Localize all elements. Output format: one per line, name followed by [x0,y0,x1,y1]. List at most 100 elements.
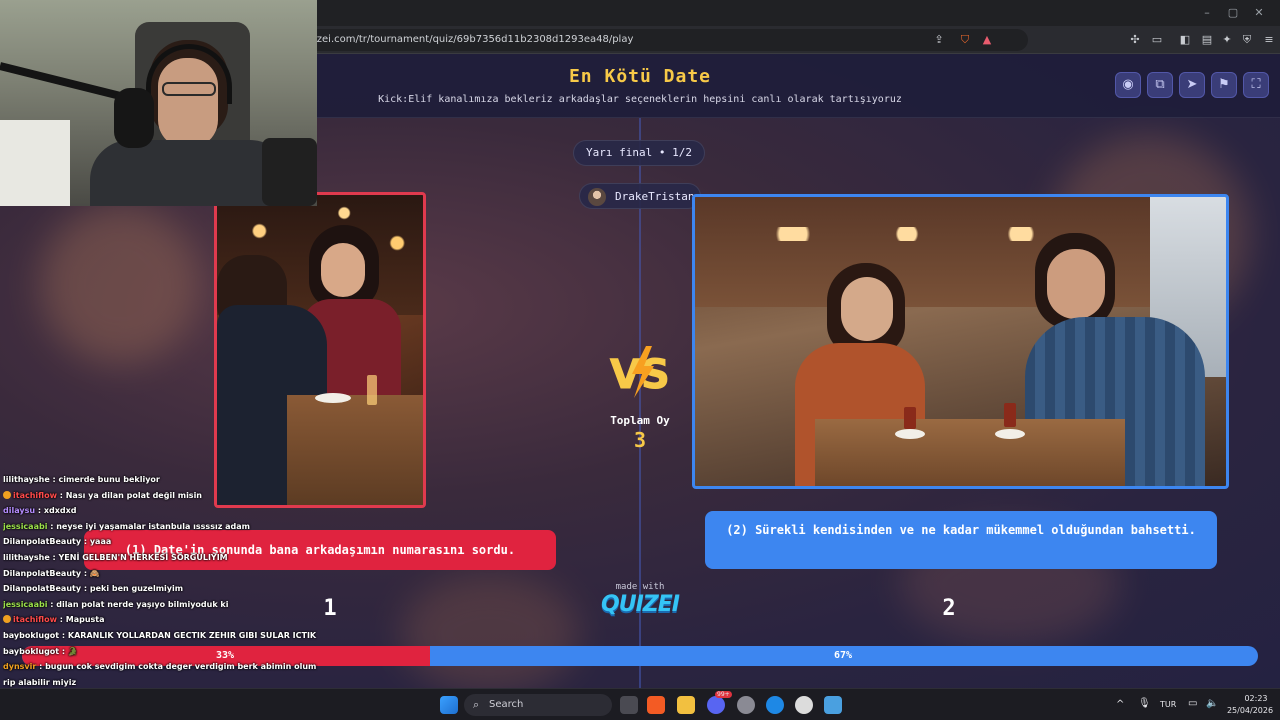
chat-text: : cimerde bunu bekliyor [52,475,160,484]
brave-browser-icon[interactable] [647,696,665,714]
notification-badge: 99+ [715,691,732,698]
chat-username: jessicaabi [3,521,51,531]
streamer-shirt [90,140,290,206]
tea-glass [1004,403,1016,427]
made-with-label: made with [615,582,665,592]
username: DrakeTristan [615,190,695,203]
chat-message: bayboklugot : 🐊 [3,646,318,658]
discord-icon[interactable] [707,696,725,714]
option-2-button[interactable]: (2) Sürekli kendisinden ve ne kadar müke… [705,511,1217,569]
search-placeholder: Search [489,699,524,710]
chat-text: : 🐊 [61,646,78,656]
chat-username: itachiflow [13,615,60,625]
chat-message: DilanpolatBeauty : yaaa [3,536,318,548]
tray-chevron-icon[interactable]: ^ [1116,699,1124,710]
extensions-icon[interactable]: ✣ [1128,33,1142,47]
stream-chat: lilithayshe : cimerde bunu bekliyor itach… [0,472,320,720]
round-indicator: Yarı final • 1/2 [573,140,705,166]
user-badge[interactable]: DrakeTristan [579,183,701,209]
close-icon[interactable]: ✕ [1252,6,1266,20]
flag-icon[interactable]: ⚑ [1211,72,1237,98]
shelf [0,120,70,206]
chat-username: DilanpolatBeauty [3,537,84,547]
copy-icon[interactable]: ⧉ [1147,72,1173,98]
rewards-icon[interactable]: ▲ [980,33,994,47]
woman-face [841,277,893,341]
chat-message: lilithayshe : YENİ GELBEN'N HERKESİ SORG… [3,552,318,564]
chat-message: bayboklugot : KARANLIK YOLLARDAN GECTIK … [3,630,318,642]
address-bar[interactable]: izei.com/tr/tournament/quiz/69b7356d11b2… [300,29,1028,51]
chat-username: jessicaabi [3,599,51,609]
edge-icon[interactable] [766,696,784,714]
fullscreen-icon[interactable]: ⛶ [1243,72,1269,98]
app-icon[interactable] [824,696,842,714]
maximize-icon[interactable]: ▢ [1226,6,1240,20]
saucer [895,429,925,439]
wallet-icon[interactable]: ▤ [1200,33,1214,47]
menu-icon[interactable]: ≡ [1262,33,1276,47]
chat-username: DilanpolatBeauty [3,568,84,578]
quizei-logo[interactable]: QUIZEI [590,592,690,617]
option-2-percent: 67% [834,650,853,661]
background-blur [400,574,580,688]
tea-glass [904,407,916,429]
chat-message: lilithayshe : cimerde bunu bekliyor [3,474,318,486]
eye-icon[interactable]: ◉ [1115,72,1141,98]
chat-username: itachiflow [13,490,60,500]
brave-shield-icon[interactable]: ⛉ [958,33,972,47]
chat-text: : xdxdxd [37,506,77,516]
microphone [114,88,154,148]
option-1-image[interactable] [214,192,426,508]
cafe-wall [695,197,1226,307]
chat-text: : neyse iyi yaşamalar istanbula ıssssız … [50,521,250,531]
chat-message: dynsvir : bugun cok sevdigim cokta deger… [3,661,318,673]
leo-ai-icon[interactable]: ✦ [1220,33,1234,47]
chat-badge-icon [3,490,11,499]
clock-date[interactable]: 25/04/2026 [1226,706,1274,715]
file-explorer-icon[interactable] [677,696,695,714]
reader-icon[interactable]: ◧ [1178,33,1192,47]
option-2-number: 2 [942,596,956,621]
vpn-icon[interactable]: ⛨ [1240,33,1254,47]
candle [367,375,377,405]
total-votes-value: 3 [633,428,647,452]
chat-message: itachiflow : Nası ya dilan polat değil m… [3,490,318,502]
chat-message: rip alabilir miyiz [3,677,318,689]
chat-badge-icon [3,615,11,624]
desk-gear [262,138,317,206]
saucer [995,429,1025,439]
task-view-icon[interactable] [620,696,638,714]
windows-taskbar: ⌕ Search 99+ ^ 🎙 TUR ▭ 🔈 02:23 25/04/202… [0,688,1280,720]
webcam-overlay [0,0,317,206]
chat-text: rip alabilir miyiz [3,677,77,687]
search-icon: ⌕ [473,698,480,711]
network-icon[interactable]: ▭ [1188,698,1197,709]
chat-text: : Mapusta [59,615,105,625]
steam-icon[interactable] [795,696,813,714]
chat-username: DilanpolatBeauty [3,584,84,594]
share-icon[interactable]: ➤ [1179,72,1205,98]
chat-text: : 🙈 [83,568,100,578]
chat-text: : bugun cok sevdigim cokta deger verdigi… [39,662,318,672]
clock-time[interactable]: 02:23 [1238,694,1274,703]
woman-face [321,243,365,297]
share-page-icon[interactable]: ⇪ [932,33,946,47]
avatar [588,188,606,206]
keyboard-language[interactable]: TUR [1160,700,1176,709]
start-icon[interactable] [440,696,458,714]
chat-message: dilaysu : xdxdxd [3,505,318,517]
cafe-table [815,419,1125,486]
settings-icon[interactable] [737,696,755,714]
volume-icon[interactable]: 🔈 [1206,698,1218,709]
chat-username: bayboklugot [3,631,62,640]
man-face [1047,249,1105,319]
option-2-image[interactable] [692,194,1229,489]
sidebar-icon[interactable]: ▭ [1150,33,1164,47]
chat-username: dilaysu [3,506,38,516]
vs-emblem: VS [610,346,670,399]
taskbar-search[interactable]: ⌕ Search [464,694,612,716]
chat-username: lilithayshe [3,553,53,562]
chat-username: dynsvir [3,662,40,672]
minimize-icon[interactable]: – [1200,6,1214,20]
microphone-icon[interactable]: 🎙 [1138,698,1151,709]
